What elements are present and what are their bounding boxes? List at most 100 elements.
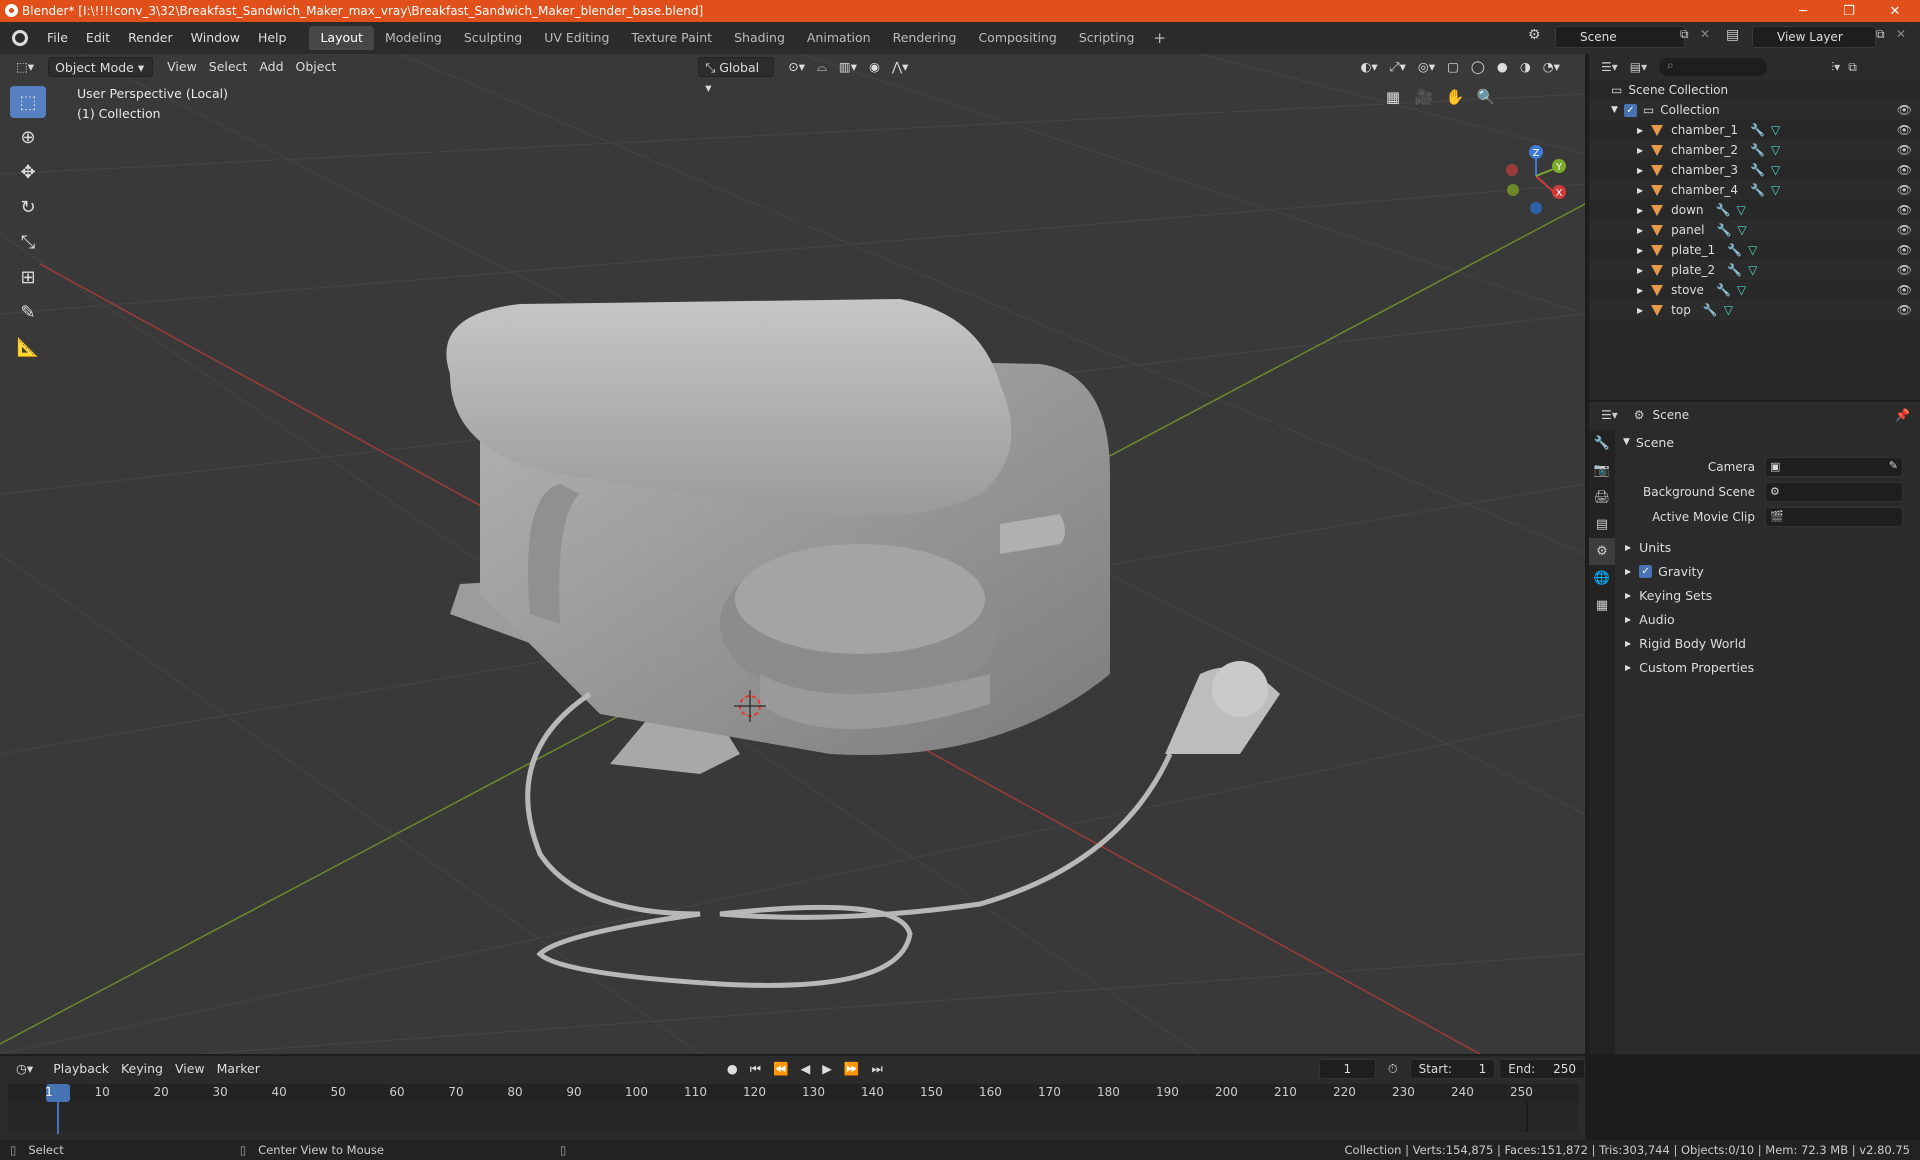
select-box-tool-icon[interactable]: ⬚ [10,86,46,118]
toggle-ortho-icon[interactable]: ▦ [1380,84,1406,110]
audio-panel[interactable]: ▶ Audio [1617,607,1920,631]
active-movie-clip-field[interactable]: 🎬 [1765,506,1903,527]
tab-scripting[interactable]: Scripting [1068,26,1146,50]
overlay-toggle-icon[interactable]: ◎▾ [1412,57,1441,77]
preview-range-icon[interactable]: ⏱ [1382,1059,1404,1079]
outliner-object-row[interactable]: ▶ chamber_4 🔧 ▽ 👁 [1589,180,1920,200]
outliner-object-row[interactable]: ▶ chamber_3 🔧 ▽ 👁 [1589,160,1920,180]
output-tab-icon[interactable]: 🖨 [1589,484,1615,511]
rigid-body-world-panel[interactable]: ▶ Rigid Body World [1617,631,1920,655]
transform-tool-icon[interactable]: ⊞ [10,261,46,293]
minimize-button[interactable]: ─ [1780,0,1826,22]
visibility-eye-icon[interactable]: 👁 [1897,103,1912,117]
tab-sculpting[interactable]: Sculpting [453,26,533,50]
expand-icon[interactable]: ▶ [1637,306,1643,315]
power-plug[interactable] [1165,661,1280,754]
scale-tool-icon[interactable]: ⤡ [10,226,46,258]
visibility-eye-icon[interactable]: 👁 [1897,223,1912,237]
proportional-edit-icon[interactable]: ◉ [863,57,886,77]
properties-editor-icon[interactable]: ☰▾ [1601,408,1618,422]
gizmo-toggle-icon[interactable]: ⤢▾ [1384,57,1412,77]
zoom-view-icon[interactable]: 🔍 [1473,84,1499,110]
outliner-editor-icon[interactable]: ☰▾ [1601,60,1618,74]
outliner-search-input[interactable]: ⌕ [1659,58,1768,76]
expand-icon[interactable]: ▶ [1637,266,1643,275]
texture-tab-icon[interactable]: ▦ [1589,592,1615,619]
mode-selector[interactable]: Object Mode ▾ [48,57,154,77]
menu-add[interactable]: Add [253,57,289,77]
tab-modeling[interactable]: Modeling [374,26,453,50]
filter-icon[interactable]: ⫶▾ [1831,60,1840,75]
timeline-editor-icon[interactable]: ◷▾ [10,1059,39,1079]
falloff-icon[interactable]: ⋀▾ [886,57,915,77]
menu-window[interactable]: Window [182,22,249,54]
expand-icon[interactable]: ▶ [1637,206,1643,215]
jump-start-icon[interactable]: ⏮ [744,1059,767,1079]
expand-icon[interactable]: ▶ [1637,126,1643,135]
tab-compositing[interactable]: Compositing [967,26,1067,50]
expand-icon[interactable]: ▶ [1637,286,1643,295]
current-frame-field[interactable]: 1 [1318,1059,1376,1079]
tab-layout[interactable]: Layout [309,26,374,50]
expand-icon[interactable]: ▶ [1637,166,1643,175]
keying-menu[interactable]: Keying ▾ [115,1059,169,1096]
pin-icon[interactable]: 📌 [1895,408,1910,422]
wireframe-shading-icon[interactable]: ◯ [1465,57,1491,77]
move-tool-icon[interactable]: ✥ [10,156,46,188]
menu-help[interactable]: Help [249,22,296,54]
measure-tool-icon[interactable]: 📐 [10,331,46,363]
jump-end-icon[interactable]: ⏭ [865,1059,888,1079]
visibility-icon[interactable]: ◐▾ [1354,57,1383,77]
units-panel[interactable]: ▶ Units [1617,535,1920,559]
tab-uv-editing[interactable]: UV Editing [533,26,620,50]
tab-texture-paint[interactable]: Texture Paint [620,26,723,50]
visibility-eye-icon[interactable]: 👁 [1897,263,1912,277]
timeline-view-menu[interactable]: View [169,1059,211,1079]
maximize-button[interactable]: ❐ [1826,0,1872,22]
material-shading-icon[interactable]: ◑ [1514,57,1537,77]
outliner-object-row[interactable]: ▶ plate_1 🔧 ▽ 👁 [1589,240,1920,260]
gravity-checkbox[interactable]: ✓ [1639,564,1653,578]
visibility-eye-icon[interactable]: 👁 [1897,183,1912,197]
start-frame-field[interactable]: Start: 1 [1409,1059,1496,1079]
xray-icon[interactable]: ▢ [1441,57,1465,77]
add-workspace-button[interactable]: + [1145,26,1174,50]
transform-orientation-selector[interactable]: ⤡ Global ▾ [698,57,775,95]
frame-ruler[interactable]: 1 10 20 30 40 50 60 70 80 90 100 110 120 130 140 150 160… [8,1084,1578,1102]
outliner-collection[interactable]: ▼ ✓ ▭ Collection 👁 [1589,100,1920,120]
eyedropper-icon[interactable]: ✎ [1889,459,1898,472]
expand-icon[interactable]: ▶ [1637,246,1643,255]
expand-icon[interactable]: ▶ [1637,226,1643,235]
expand-icon[interactable]: ▼ [1611,105,1618,115]
end-frame-field[interactable]: End: 250 [1499,1059,1585,1079]
display-mode-icon[interactable]: ▤▾ [1630,60,1647,74]
menu-render[interactable]: Render [119,22,182,54]
scene-tab-icon[interactable]: ⚙ [1589,538,1615,565]
record-icon[interactable]: ● [721,1059,744,1079]
snap-icon[interactable]: ⌓ [811,57,833,77]
editor-type-icon[interactable]: ⬚▾ [10,57,40,77]
new-collection-icon[interactable]: ⧉ [1848,60,1857,75]
scene-selector[interactable]: Scene [1555,26,1685,48]
tab-animation[interactable]: Animation [796,26,882,50]
collection-checkbox[interactable]: ✓ [1623,103,1637,117]
tool-tab-icon[interactable]: 🔧 [1589,430,1615,457]
cursor-tool-icon[interactable]: ⊕ [10,121,46,153]
playback-menu[interactable]: Playback ▾ [47,1059,115,1096]
camera-field[interactable]: ▣ ✎ [1765,456,1903,477]
snap-target-icon[interactable]: ▥▾ [833,57,863,77]
3d-viewport[interactable]: Z X Y ⬚▾ Object Mode ▾ View Select Add O… [0,54,1585,1054]
rotate-tool-icon[interactable]: ↻ [10,191,46,223]
menu-edit[interactable]: Edit [77,22,119,54]
delete-scene-icon[interactable]: ✕ [1700,27,1710,41]
visibility-eye-icon[interactable]: 👁 [1897,283,1912,297]
timeline-track-area[interactable] [8,1102,1578,1132]
jump-keyframe-back-icon[interactable]: ⏪ [767,1059,795,1079]
expand-icon[interactable]: ▶ [1637,146,1643,155]
outliner-object-row[interactable]: ▶ top 🔧 ▽ 👁 [1589,300,1920,320]
visibility-eye-icon[interactable]: 👁 [1897,123,1912,137]
outliner-object-row[interactable]: ▶ chamber_1 🔧 ▽ 👁 [1589,120,1920,140]
render-tab-icon[interactable]: 📷 [1589,457,1615,484]
new-view-layer-icon[interactable]: ⧉ [1876,27,1885,42]
solid-shading-icon[interactable]: ● [1491,57,1514,77]
